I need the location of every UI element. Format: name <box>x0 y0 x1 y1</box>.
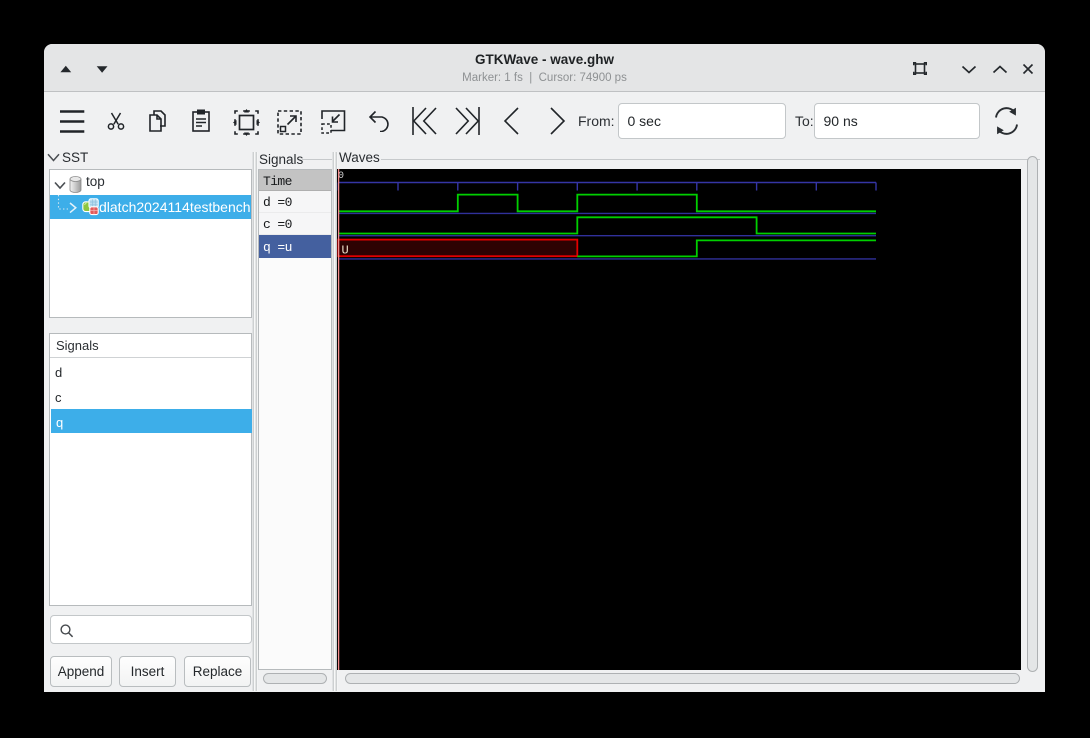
svg-text:U: U <box>342 244 349 258</box>
